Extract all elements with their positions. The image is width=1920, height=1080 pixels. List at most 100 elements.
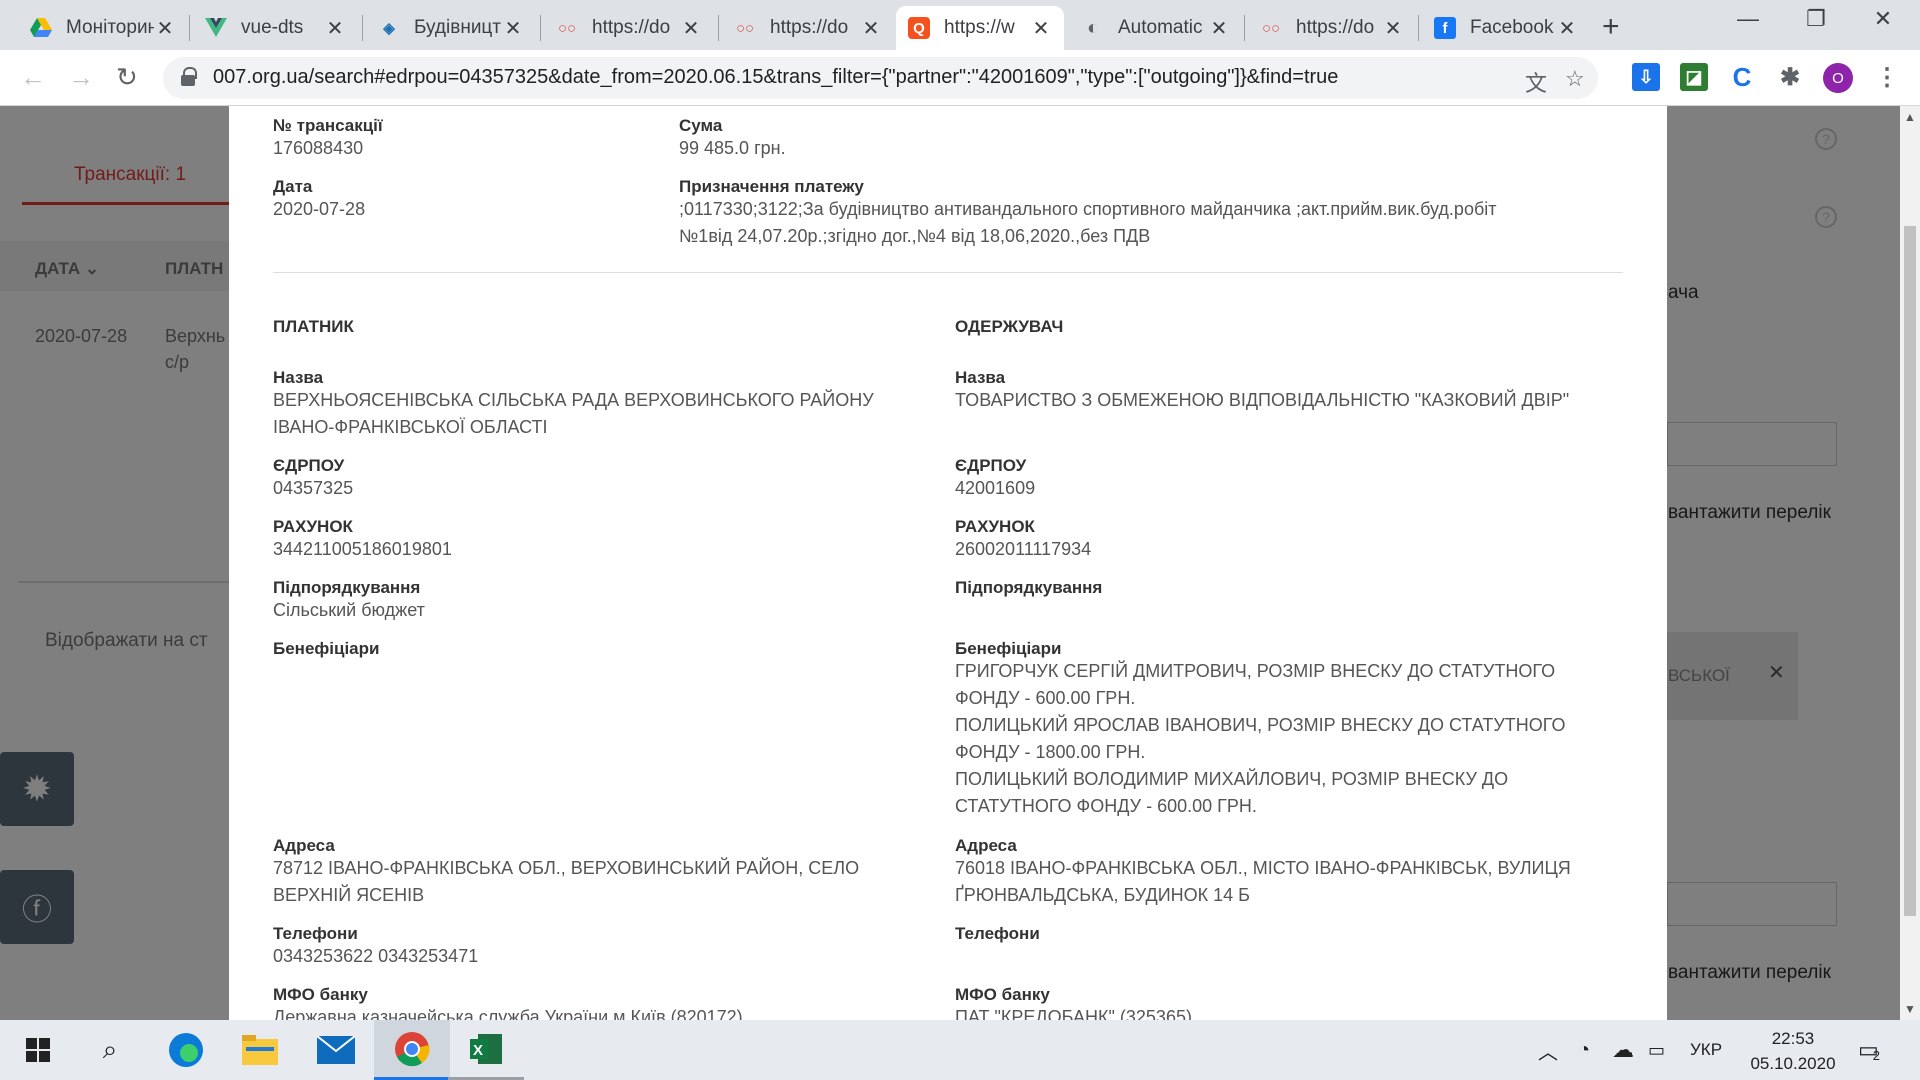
scroll-down-arrow-icon[interactable]: ▼: [1904, 1002, 1916, 1016]
recipient-beneficiaries-label: Бенефіціари: [955, 639, 1062, 658]
globe-icon: ◐: [1086, 16, 1100, 39]
payer-subordination: Сільський бюджет: [273, 600, 425, 620]
tab-https-1[interactable]: ○○ https://do ✕: [544, 6, 714, 50]
chrome-taskbar-icon[interactable]: [374, 1020, 450, 1080]
file-explorer-icon[interactable]: [222, 1020, 298, 1080]
recipient-name-label: Назва: [955, 368, 1006, 387]
profile-avatar[interactable]: O: [1823, 63, 1853, 93]
svg-text:X: X: [473, 1042, 483, 1059]
close-tab-icon[interactable]: ✕: [1208, 16, 1230, 41]
notifications-icon[interactable]: ▭ 2: [1858, 1020, 1880, 1080]
bookmark-star-icon[interactable]: ☆: [1565, 66, 1585, 92]
tab-title: https://do: [592, 17, 671, 38]
close-tab-icon[interactable]: ✕: [154, 16, 176, 41]
page-scrollbar[interactable]: ▲ ▼: [1900, 106, 1920, 1020]
forward-icon[interactable]: →: [68, 62, 94, 93]
payer-edrpou: 04357325: [273, 478, 354, 498]
diamond-icon: ◈: [383, 20, 395, 37]
network-icon[interactable]: ◔: [1578, 1020, 1590, 1080]
payer-header: ПЛАТНИК: [273, 317, 354, 336]
recipient-edrpou: 42001609: [955, 478, 1036, 498]
extension-green-icon[interactable]: ◪: [1680, 63, 1708, 91]
glasses-icon: ○○: [1261, 19, 1281, 37]
vue-icon: [205, 17, 227, 39]
extensions-puzzle-icon[interactable]: ✱: [1776, 63, 1804, 91]
excel-icon[interactable]: X: [448, 1020, 524, 1080]
scrollbar-thumb[interactable]: [1904, 226, 1916, 916]
show-hidden-icons-icon[interactable]: ︿: [1538, 1020, 1558, 1080]
extension-download-icon[interactable]: ⇩: [1632, 63, 1660, 91]
scroll-up-arrow-icon[interactable]: ▲: [1904, 110, 1916, 124]
restore-icon[interactable]: ❐: [1786, 6, 1846, 32]
sum-value: 99 485.0 грн.: [679, 138, 786, 158]
tab-facebook[interactable]: f Facebook ✕: [1422, 6, 1590, 50]
tab-https-3[interactable]: ○○ https://do ✕: [1248, 6, 1416, 50]
minimize-icon[interactable]: —: [1718, 6, 1778, 32]
close-tab-icon[interactable]: ✕: [502, 16, 524, 41]
close-tab-icon[interactable]: ✕: [860, 16, 882, 41]
google-drive-icon: [30, 17, 52, 39]
recipient-mfo: ПАТ "КРЕДОБАНК" (325365): [955, 1007, 1192, 1020]
recipient-subordination-label: Підпорядкування: [955, 578, 1103, 597]
close-tab-icon[interactable]: ✕: [324, 16, 346, 41]
close-tab-icon[interactable]: ✕: [1556, 16, 1578, 41]
language-indicator[interactable]: УКР: [1690, 1020, 1722, 1080]
close-tab-icon[interactable]: ✕: [1030, 16, 1052, 41]
tab-automatic[interactable]: ◐ Automatic ✕: [1070, 6, 1242, 50]
payer-edrpou-label: ЄДРПОУ: [273, 456, 345, 475]
recipient-beneficiary-line: ПОЛИЦЬКИЙ ВОЛОДИМИР МИХАЙЛОВИЧ, РОЗМІР В…: [955, 769, 1509, 789]
recipient-address-label: Адреса: [955, 836, 1017, 855]
tab-https-2[interactable]: ○○ https://do ✕: [722, 6, 894, 50]
tab-budivnytstvo[interactable]: ◈ Будівницт ✕: [366, 6, 536, 50]
section-divider: [273, 272, 1623, 273]
recipient-header: ОДЕРЖУВАЧ: [955, 317, 1064, 336]
tab-vue-dts[interactable]: vue-dts ✕: [193, 6, 358, 50]
recipient-beneficiary-line: ПОЛИЦЬКИЙ ЯРОСЛАВ ІВАНОВИЧ, РОЗМІР ВНЕСК…: [955, 715, 1566, 735]
recipient-mfo-label: МФО банку: [955, 985, 1050, 1004]
tab-title: Automatic: [1118, 17, 1203, 38]
edge-icon[interactable]: [148, 1020, 224, 1080]
payer-subordination-label: Підпорядкування: [273, 578, 421, 597]
mail-icon[interactable]: [298, 1020, 374, 1080]
tab-monitoring[interactable]: Моніторин ✕: [18, 6, 188, 50]
clock-time: 22:53: [1771, 1029, 1815, 1048]
tab-title: https://do: [770, 17, 849, 38]
translate-icon[interactable]: 文: [1525, 66, 1547, 98]
payer-account-label: РАХУНОК: [273, 517, 353, 536]
windows-taskbar: ⌕ X ︿ ◔ ☁ ▭ УКР 22:53 05.10.2020 ▭ 2: [0, 1020, 1920, 1080]
close-tab-icon[interactable]: ✕: [680, 16, 702, 41]
recipient-beneficiary-line: ФОНДУ - 600.00 ГРН.: [955, 688, 1136, 708]
tab-title: Facebook: [1470, 17, 1554, 38]
new-tab-icon[interactable]: +: [1602, 10, 1620, 44]
address-bar[interactable]: 007.org.ua/search#edrpou=04357325&date_f…: [163, 57, 1598, 99]
tab-title: https://do: [1296, 17, 1375, 38]
glasses-icon: ○○: [557, 19, 577, 37]
system-clock[interactable]: 22:53 05.10.2020: [1738, 1026, 1848, 1076]
payer-beneficiaries-label: Бенефіціари: [273, 639, 380, 658]
search-icon[interactable]: ⌕: [72, 1020, 148, 1080]
url-text[interactable]: 007.org.ua/search#edrpou=04357325&date_f…: [213, 66, 1338, 89]
purpose-line-2: №1від 24,07.20р.;згідно дог.,№4 від 18,0…: [679, 226, 1151, 246]
recipient-account: 26002011117934: [955, 539, 1092, 559]
date-value: 2020-07-28: [273, 199, 366, 219]
extension-c-icon[interactable]: C: [1728, 62, 1756, 92]
windows-start-icon[interactable]: [0, 1020, 76, 1080]
back-icon[interactable]: ←: [20, 62, 46, 93]
tab-title: Моніторин: [66, 17, 154, 38]
battery-icon[interactable]: ▭: [1648, 1020, 1665, 1080]
clock-date: 05.10.2020: [1750, 1054, 1836, 1073]
payer-address-line-2: ВЕРХНІЙ ЯСЕНІВ: [273, 885, 425, 905]
transaction-details-modal: № трансакції 176088430 Сума 99 485.0 грн…: [229, 106, 1667, 1020]
close-tab-icon[interactable]: ✕: [1382, 16, 1404, 41]
transaction-number-label: № трансакції: [273, 116, 383, 135]
reload-icon[interactable]: ↻: [116, 62, 138, 93]
tab-active-007[interactable]: Q https://w ✕: [896, 6, 1064, 50]
lock-icon: [181, 67, 197, 86]
payer-account: 344211005186019801: [273, 539, 452, 559]
tab-title: https://w: [944, 17, 1015, 38]
menu-kebab-icon[interactable]: ⋮: [1873, 63, 1901, 91]
onedrive-icon[interactable]: ☁: [1612, 1020, 1634, 1080]
purpose-line-1: ;0117330;3122;За будівництво антивандаль…: [679, 199, 1497, 219]
transaction-number: 176088430: [273, 138, 364, 158]
close-window-icon[interactable]: ✕: [1853, 6, 1913, 32]
